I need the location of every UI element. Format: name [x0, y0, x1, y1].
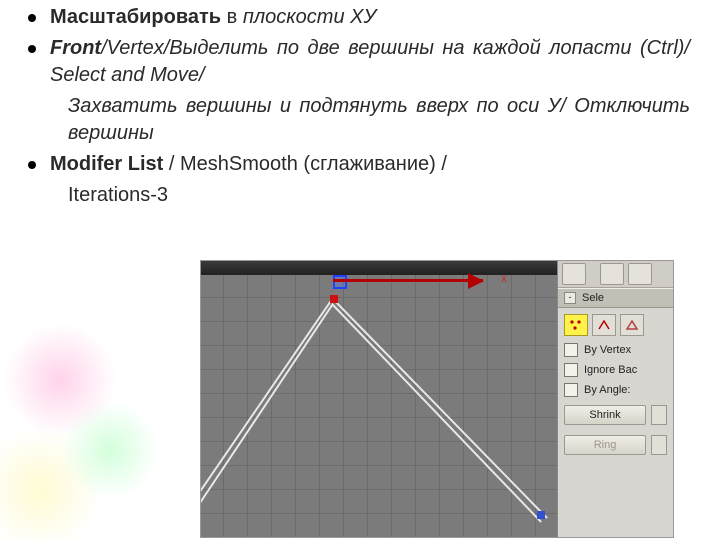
- move-gizmo[interactable]: x: [333, 269, 513, 309]
- bullet-2: Front/Vertex/Выделить по две вершины на …: [18, 35, 690, 89]
- ring-button[interactable]: Ring: [564, 435, 646, 455]
- by-vertex-row[interactable]: By Vertex: [558, 340, 673, 360]
- selected-vertex[interactable]: [330, 295, 338, 303]
- spinner[interactable]: [651, 435, 667, 455]
- tool-button[interactable]: [562, 263, 586, 285]
- subobj-edge-button[interactable]: [592, 314, 616, 336]
- bullet-1: Масштабировать в плоскости ХУ: [18, 4, 690, 31]
- screenshot-3dsmax: x - Sele By Vertex: [200, 260, 674, 538]
- bullet-2-sub: Захватить вершины и подтянуть вверх по о…: [18, 93, 690, 147]
- text: Iterations-3: [68, 184, 168, 206]
- collapse-icon: -: [564, 292, 576, 304]
- label: Ring: [594, 439, 617, 451]
- instruction-text: Масштабировать в плоскости ХУ Front/Vert…: [0, 0, 720, 209]
- label: Ignore Bac: [584, 364, 637, 376]
- text: Modifer List: [50, 153, 163, 175]
- text: в: [221, 6, 243, 28]
- sub-object-row: [558, 308, 673, 340]
- vertex[interactable]: [537, 511, 545, 519]
- shrink-button[interactable]: Shrink: [564, 405, 646, 425]
- subobj-vertex-button[interactable]: [564, 314, 588, 336]
- label: By Vertex: [584, 344, 631, 356]
- text: Масштабировать: [50, 6, 221, 28]
- axis-z-handle[interactable]: [333, 275, 347, 289]
- shrink-grow-row: Shrink: [558, 400, 673, 430]
- toolbar-row: [558, 261, 673, 288]
- checkbox[interactable]: [564, 363, 578, 377]
- text: Захватить вершины и подтянуть вверх по о…: [68, 95, 690, 144]
- bullet-3-sub: Iterations-3: [18, 182, 690, 209]
- by-angle-row[interactable]: By Angle:: [558, 380, 673, 400]
- bullet-3: Modifer List / MeshSmooth (сглаживание) …: [18, 151, 690, 178]
- ignore-backfacing-row[interactable]: Ignore Bac: [558, 360, 673, 380]
- subobj-border-button[interactable]: [620, 314, 644, 336]
- text: Front: [50, 37, 101, 59]
- text: /Vertex/Выделить по две вершины на каждо…: [50, 37, 690, 86]
- rollout-header-selection[interactable]: - Sele: [558, 288, 673, 308]
- text: плоскости ХУ: [243, 6, 376, 28]
- spinner[interactable]: [651, 405, 667, 425]
- bullet-list: Масштабировать в плоскости ХУ Front/Vert…: [18, 4, 690, 209]
- checkbox[interactable]: [564, 343, 578, 357]
- label: Shrink: [589, 409, 620, 421]
- axis-x-label: x: [501, 271, 507, 285]
- tool-button[interactable]: [600, 263, 624, 285]
- label: By Angle:: [584, 384, 630, 396]
- axis-x-handle[interactable]: [333, 279, 483, 282]
- rollout-title: Sele: [582, 292, 604, 304]
- text: / MeshSmooth (сглаживание) /: [163, 153, 447, 175]
- viewport[interactable]: x: [201, 261, 557, 537]
- ring-loop-row: Ring: [558, 430, 673, 460]
- command-panel: - Sele By Vertex Ignore Bac By Angle:: [557, 261, 673, 537]
- tool-button[interactable]: [628, 263, 652, 285]
- checkbox[interactable]: [564, 383, 578, 397]
